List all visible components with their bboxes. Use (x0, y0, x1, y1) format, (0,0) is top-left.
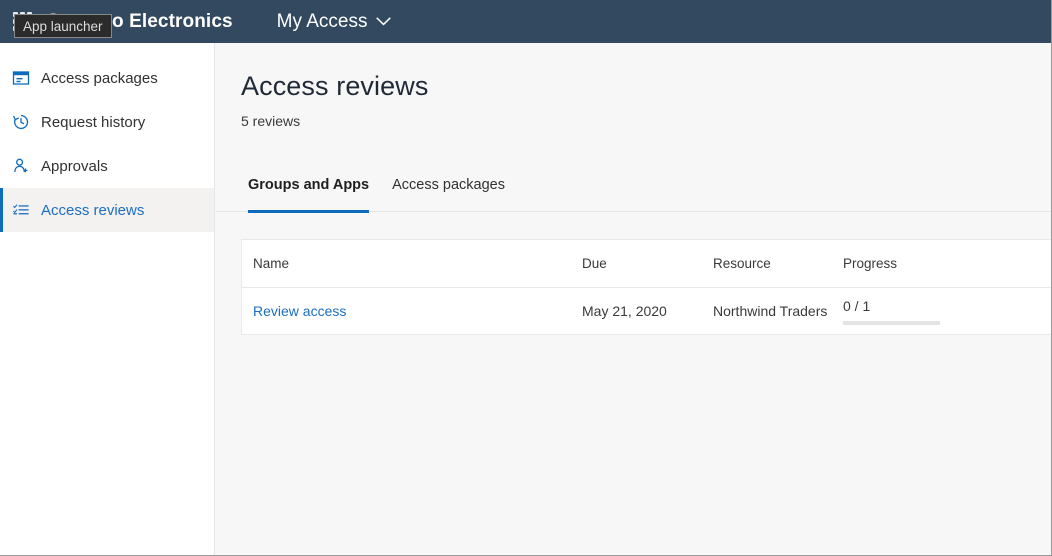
sidebar-item-request-history[interactable]: Request history (0, 100, 214, 144)
person-add-icon (10, 155, 32, 177)
sidebar-item-label: Access reviews (41, 202, 144, 219)
cell-due: May 21, 2020 (582, 303, 713, 319)
main-content: Access reviews 5 reviews Groups and Apps… (216, 43, 1052, 556)
app-window: Contoso Electronics My Access App launch… (0, 0, 1052, 556)
progress-label: 0 / 1 (843, 298, 1041, 314)
my-access-menu[interactable]: My Access (277, 11, 392, 33)
reviews-table: Name Due Resource Progress Review access… (241, 239, 1052, 335)
sidebar-item-label: Approvals (41, 158, 108, 175)
column-header-due: Due (582, 256, 713, 271)
sidebar-item-access-packages[interactable]: Access packages (0, 56, 214, 100)
sidebar-item-label: Request history (41, 114, 145, 131)
sidebar-item-approvals[interactable]: Approvals (0, 144, 214, 188)
table-row[interactable]: Review access May 21, 2020 Northwind Tra… (242, 288, 1052, 335)
cell-progress: 0 / 1 (843, 298, 1041, 325)
history-clock-icon (10, 111, 32, 133)
my-access-label: My Access (277, 11, 368, 33)
chevron-down-icon (376, 17, 391, 26)
tab-groups-and-apps[interactable]: Groups and Apps (248, 176, 369, 213)
tab-list: Groups and Apps Access packages (216, 176, 1052, 212)
app-launcher-tooltip: App launcher (14, 14, 112, 38)
column-header-progress: Progress (843, 256, 1041, 271)
tab-label: Access packages (392, 177, 505, 193)
page-title: Access reviews (241, 71, 1052, 102)
cell-name: Review access (242, 303, 582, 319)
column-header-name: Name (242, 256, 582, 271)
suite-header-bar: Contoso Electronics My Access App launch… (0, 0, 1052, 43)
tab-access-packages[interactable]: Access packages (392, 176, 505, 213)
sidebar-item-label: Access packages (41, 70, 158, 87)
progress-bar (843, 321, 940, 325)
table-header-row: Name Due Resource Progress (242, 240, 1052, 288)
package-icon (10, 67, 32, 89)
sidebar-item-access-reviews[interactable]: Access reviews (0, 188, 214, 232)
sidebar-nav: Access packages Request history Appr (0, 43, 215, 556)
cell-resource: Northwind Traders (713, 303, 843, 319)
checklist-icon (10, 199, 32, 221)
tab-label: Groups and Apps (248, 177, 369, 193)
column-header-resource: Resource (713, 256, 843, 271)
review-access-link[interactable]: Review access (253, 303, 346, 319)
review-count-subtitle: 5 reviews (241, 113, 1052, 129)
